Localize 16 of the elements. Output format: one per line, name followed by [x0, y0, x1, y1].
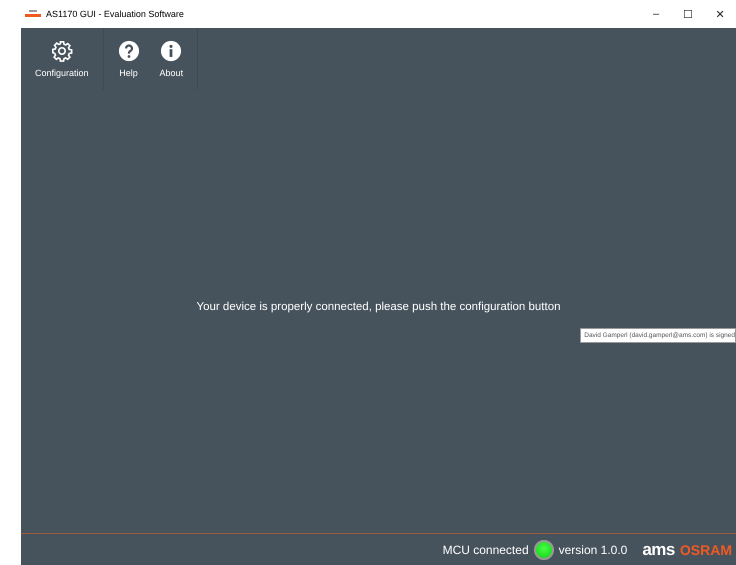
logo: OSRAM — [680, 542, 732, 558]
window-title: AS1170 GUI - Evaluation Software — [46, 9, 184, 19]
about-button[interactable]: About — [152, 28, 192, 90]
logo: ams — [642, 540, 675, 560]
version-label: version 1.0.0 — [558, 542, 628, 556]
minimize-button[interactable]: – — [640, 0, 672, 28]
status-message: Your device is properly connected, please push the configuration button — [196, 300, 560, 312]
maximize-button[interactable]: ☐ — [672, 0, 704, 28]
configuration-button[interactable]: Configuration — [27, 28, 97, 90]
mcu-status-label: MCU connected — [442, 542, 529, 556]
close-button[interactable]: ✕ — [704, 0, 736, 28]
help-button[interactable]: Help — [110, 28, 148, 90]
app-icon — [25, 10, 41, 18]
help-icon — [118, 40, 140, 62]
info-icon — [160, 40, 182, 62]
settings-icon — [50, 40, 73, 62]
